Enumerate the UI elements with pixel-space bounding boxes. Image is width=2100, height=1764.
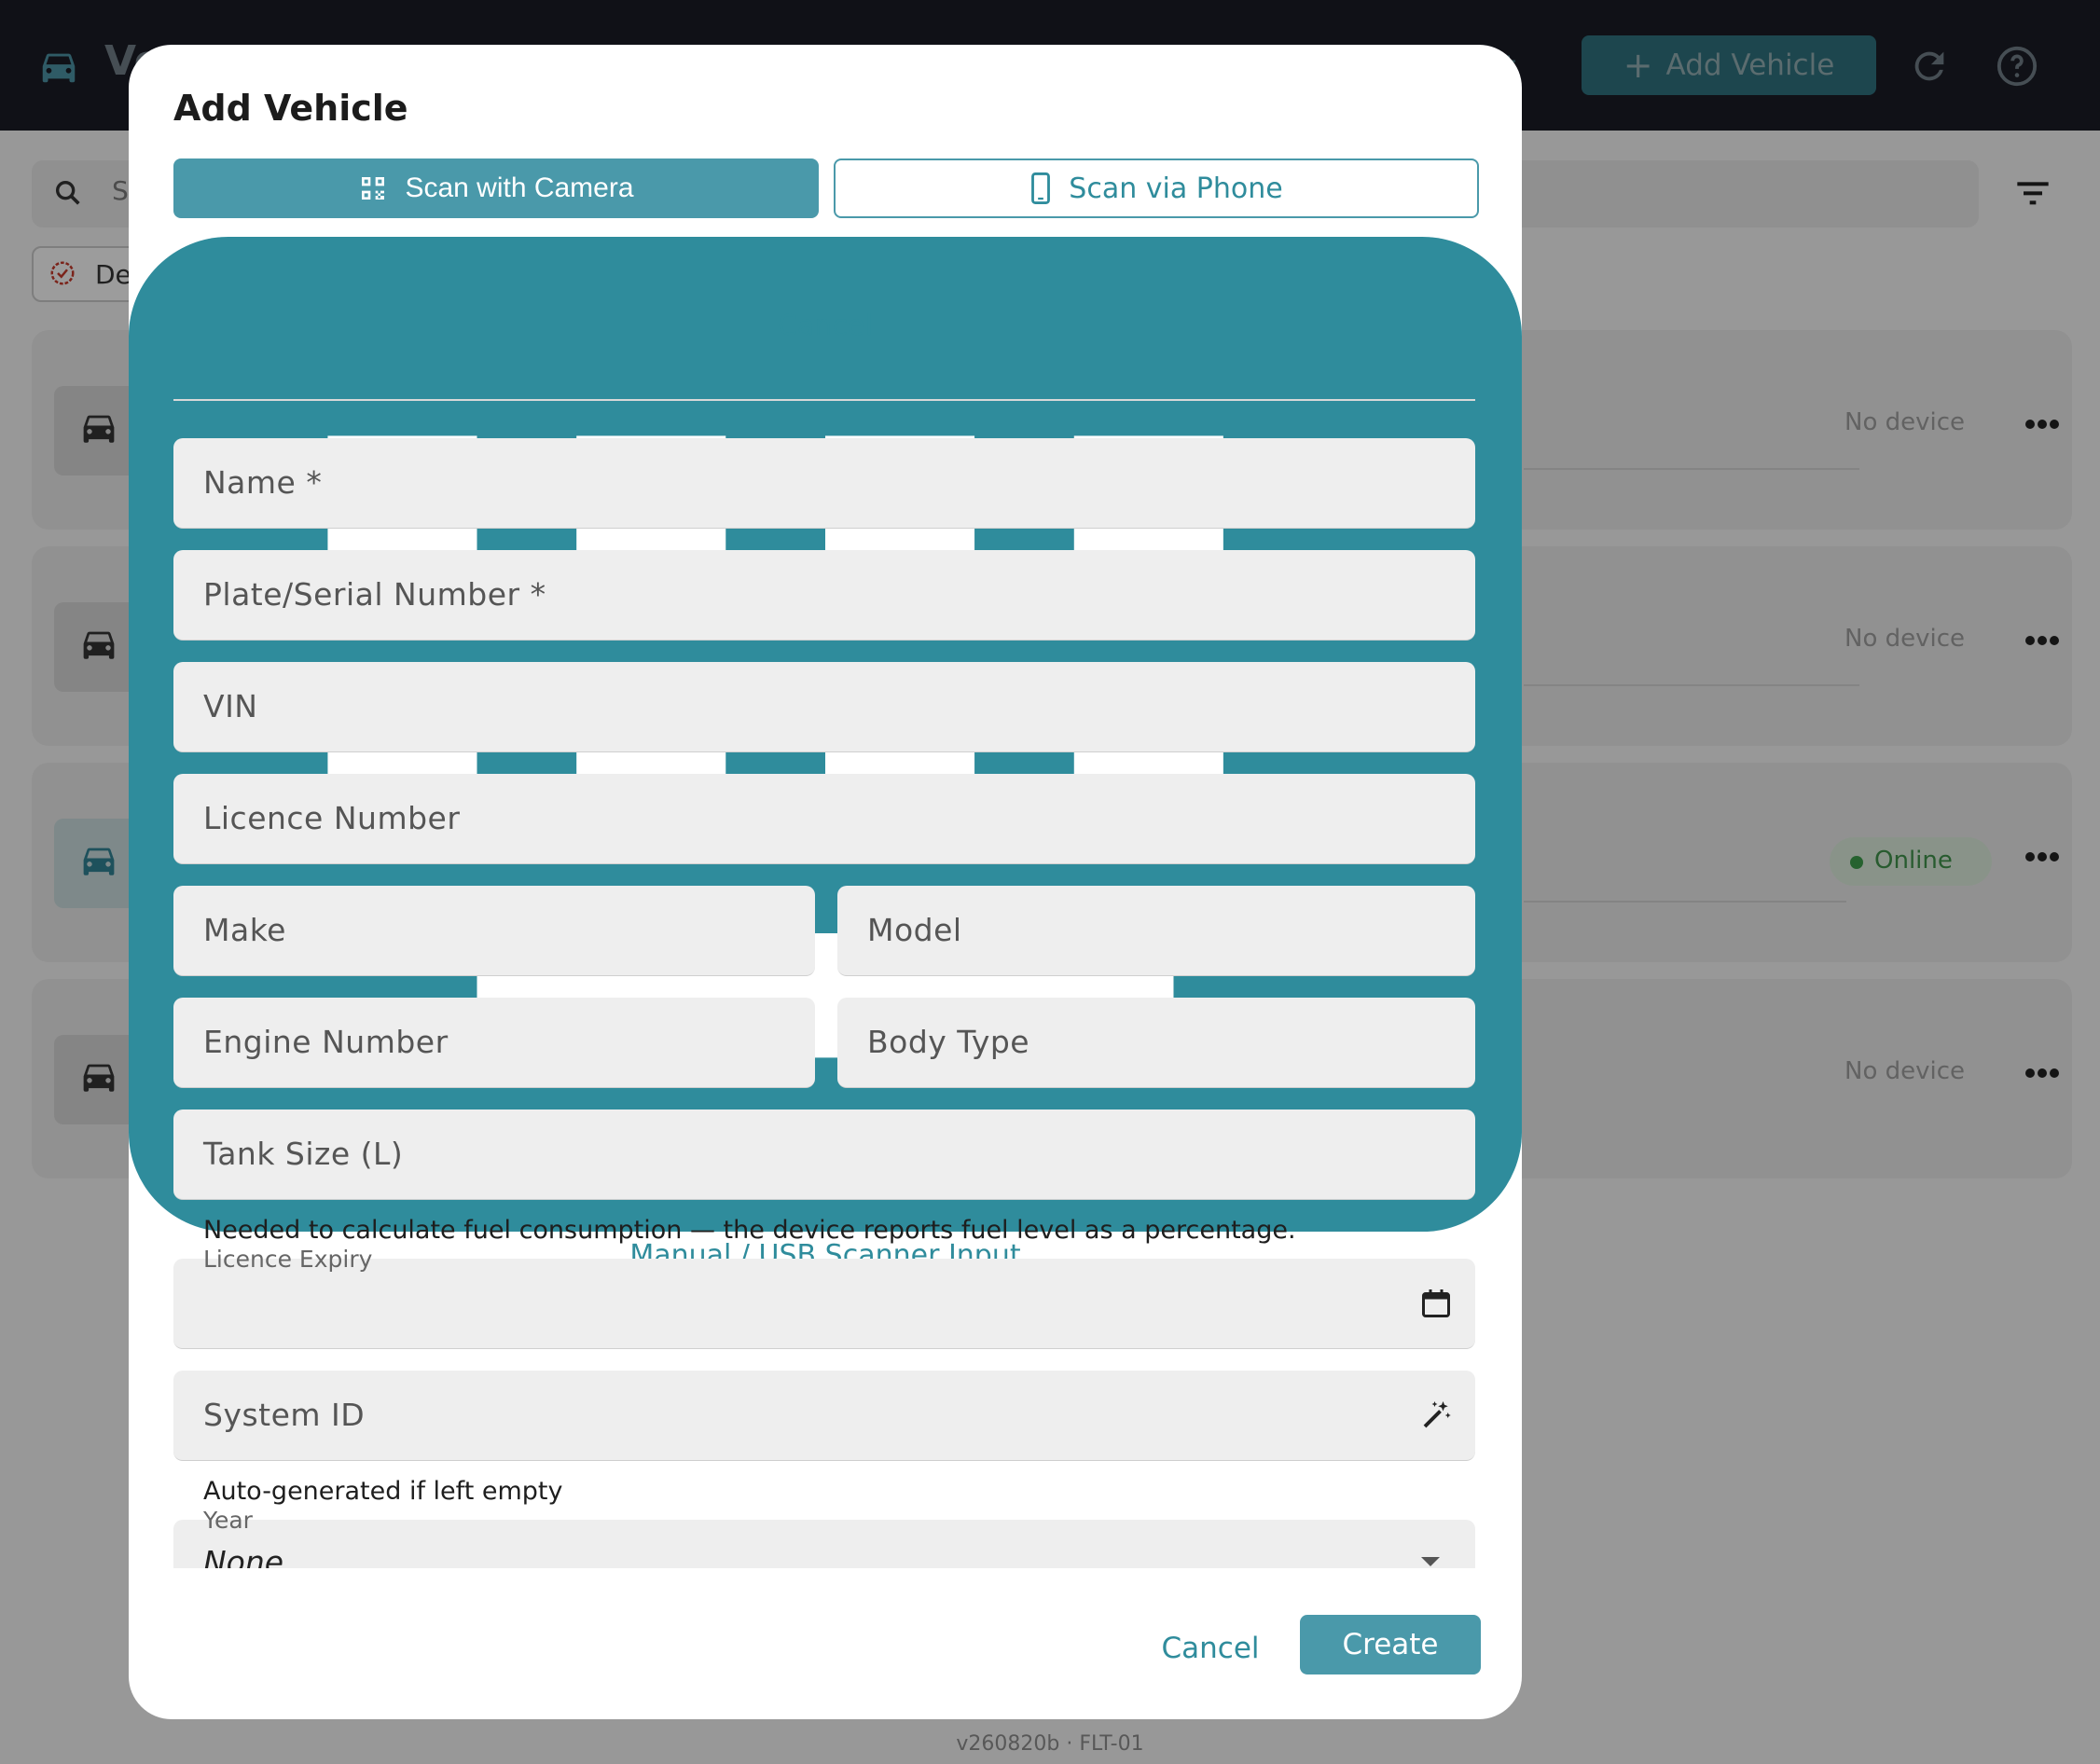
dialog-title: Add Vehicle bbox=[173, 88, 408, 129]
engine-number-field[interactable]: Engine Number bbox=[173, 998, 815, 1088]
magic-wand-icon[interactable] bbox=[1419, 1399, 1453, 1432]
tank-size-helper-text: Needed to calculate fuel consumption — t… bbox=[203, 1216, 1296, 1245]
year-label: Year bbox=[203, 1507, 253, 1534]
engine-number-label: Engine Number bbox=[203, 1024, 449, 1060]
make-field[interactable]: Make bbox=[173, 886, 815, 976]
plate-field-label: Plate/Serial Number * bbox=[203, 576, 546, 613]
year-select[interactable]: None bbox=[173, 1520, 1475, 1568]
phone-icon bbox=[1031, 172, 1051, 204]
licence-number-label: Licence Number bbox=[203, 800, 461, 836]
model-field[interactable]: Model bbox=[837, 886, 1475, 976]
make-field-label: Make bbox=[203, 912, 286, 948]
form-scroll-area[interactable]: Name * Plate/Serial Number * VIN Licence… bbox=[173, 418, 1475, 1568]
cancel-scan-link[interactable]: Cancel bbox=[129, 310, 1522, 342]
scan-with-camera-label: Scan with Camera bbox=[405, 172, 634, 203]
body-type-label: Body Type bbox=[867, 1024, 1030, 1060]
tank-size-label: Tank Size (L) bbox=[203, 1136, 404, 1172]
system-id-field[interactable]: System ID bbox=[173, 1371, 1475, 1461]
year-selected-value: None bbox=[203, 1544, 284, 1568]
system-id-helper-text: Auto-generated if left empty bbox=[203, 1477, 563, 1506]
calendar-icon[interactable] bbox=[1419, 1287, 1453, 1320]
plate-serial-number-field[interactable]: Plate/Serial Number * bbox=[173, 550, 1475, 641]
name-field-label: Name * bbox=[203, 464, 323, 501]
qr-code-icon bbox=[362, 177, 385, 200]
licence-expiry-label: Licence Expiry bbox=[203, 1246, 373, 1273]
cancel-button[interactable]: Cancel bbox=[1145, 1620, 1276, 1676]
vin-field[interactable]: VIN bbox=[173, 662, 1475, 752]
tank-size-field[interactable]: Tank Size (L) bbox=[173, 1109, 1475, 1200]
create-button[interactable]: Create bbox=[1300, 1615, 1481, 1674]
dialog-divider bbox=[173, 399, 1475, 401]
model-field-label: Model bbox=[867, 912, 962, 948]
scan-via-phone-button[interactable]: Scan via Phone bbox=[834, 158, 1479, 218]
scan-with-camera-button[interactable]: Scan with Camera bbox=[173, 158, 819, 218]
vin-field-label: VIN bbox=[203, 688, 258, 724]
name-field[interactable]: Name * bbox=[173, 438, 1475, 529]
scan-via-phone-label: Scan via Phone bbox=[1069, 172, 1283, 205]
add-vehicle-dialog: Add Vehicle Scan with Camera Scan via Ph… bbox=[129, 45, 1522, 1719]
body-type-field[interactable]: Body Type bbox=[837, 998, 1475, 1088]
licence-number-field[interactable]: Licence Number bbox=[173, 774, 1475, 864]
dropdown-arrow-icon bbox=[1421, 1557, 1440, 1566]
system-id-label: System ID bbox=[203, 1397, 366, 1433]
